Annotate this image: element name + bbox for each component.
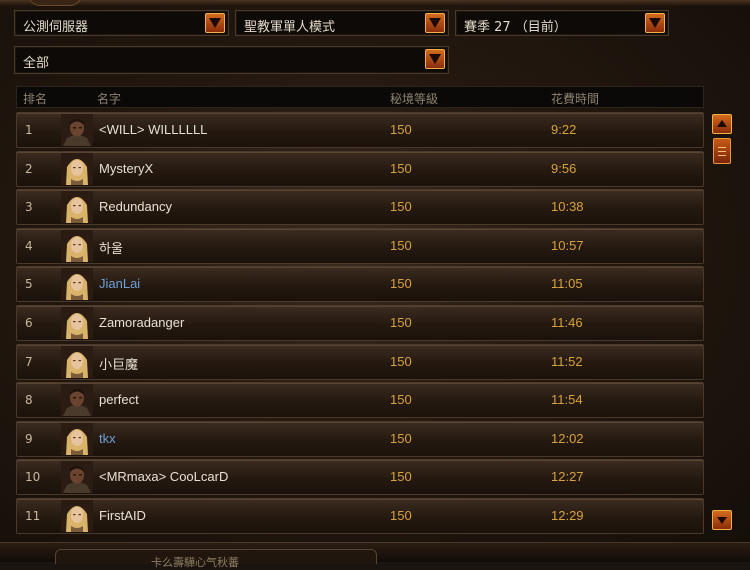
player-name[interactable]: perfect xyxy=(99,392,139,407)
class-dropdown-label: 全部 xyxy=(23,56,50,71)
rift-level: 150 xyxy=(390,161,412,176)
scroll-thumb[interactable] xyxy=(713,138,731,164)
hero-portrait-icon xyxy=(61,423,93,455)
leaderboard-row[interactable]: 3 Redundancy 150 10:38 xyxy=(16,189,704,225)
hero-portrait-icon xyxy=(61,307,93,339)
completion-time: 12:29 xyxy=(551,508,584,523)
mode-dropdown[interactable]: 聖教軍單人模式 xyxy=(235,10,449,36)
leaderboard-row[interactable]: 6 Zamoradanger 150 11:46 xyxy=(16,305,704,341)
season-dropdown[interactable]: 賽季 27 （目前） xyxy=(455,10,669,36)
leaderboard-row[interactable]: 2 MysteryX 150 9:56 xyxy=(16,151,704,187)
bottom-tab-label: 卡么壽驊心气秋蕃 xyxy=(151,556,239,569)
leaderboard-row[interactable]: 7 小巨魔 150 11:52 xyxy=(16,344,704,380)
hero-portrait-icon xyxy=(61,230,93,262)
hero-portrait-icon xyxy=(61,191,93,223)
column-rank: 排名 xyxy=(23,92,48,106)
chevron-down-icon[interactable] xyxy=(205,13,225,33)
completion-time: 11:54 xyxy=(551,392,583,407)
class-dropdown[interactable]: 全部 xyxy=(14,46,449,74)
chevron-down-icon[interactable] xyxy=(425,49,445,69)
hero-portrait-icon xyxy=(61,153,93,185)
completion-time: 9:22 xyxy=(551,122,577,137)
leaderboard-row[interactable]: 8 perfect 150 11:54 xyxy=(16,382,704,418)
completion-time: 10:38 xyxy=(551,199,584,214)
rift-level: 150 xyxy=(390,431,412,446)
leaderboard-row[interactable]: 10 <MRmaxa> CooLcarD 150 12:27 xyxy=(16,459,704,495)
hero-portrait-icon xyxy=(61,384,93,416)
row-rank: 11 xyxy=(25,509,41,523)
leaderboard-row[interactable]: 1 <WILL> WILLLLLL 150 9:22 xyxy=(16,112,704,148)
mode-dropdown-label: 聖教軍單人模式 xyxy=(244,20,336,35)
row-rank: 3 xyxy=(25,200,33,214)
rift-level: 150 xyxy=(390,315,412,330)
bottom-frame: 卡么壽驊心气秋蕃 xyxy=(0,542,750,569)
column-level: 秘境等級 xyxy=(390,92,439,106)
player-name[interactable]: MysteryX xyxy=(99,161,153,176)
leaderboard-header: 排名 名字 秘境等級 花費時間 xyxy=(16,86,704,108)
row-rank: 6 xyxy=(25,316,33,330)
leaderboard-row[interactable]: 9 tkx 150 12:02 xyxy=(16,421,704,457)
hero-portrait-icon xyxy=(61,114,93,146)
scrollbar[interactable] xyxy=(712,112,732,532)
rift-level: 150 xyxy=(390,122,412,137)
rift-level: 150 xyxy=(390,354,412,369)
chevron-down-icon[interactable] xyxy=(645,13,665,33)
leaderboard-row[interactable]: 11 FirstAID 150 12:29 xyxy=(16,498,704,534)
player-name[interactable]: <WILL> WILLLLLL xyxy=(99,122,207,137)
chevron-down-icon[interactable] xyxy=(425,13,445,33)
completion-time: 11:46 xyxy=(551,315,583,330)
player-name[interactable]: Redundancy xyxy=(99,199,172,214)
player-name[interactable]: JianLai xyxy=(99,276,140,291)
completion-time: 12:02 xyxy=(551,431,584,446)
hero-portrait-icon xyxy=(61,346,93,378)
season-dropdown-label: 賽季 27 （目前） xyxy=(464,20,567,35)
player-name[interactable]: FirstAID xyxy=(99,508,146,523)
frame-ornament xyxy=(28,0,82,6)
leaderboard-row[interactable]: 4 하울 150 10:57 xyxy=(16,228,704,264)
completion-time: 11:05 xyxy=(551,276,583,291)
rift-level: 150 xyxy=(390,392,412,407)
row-rank: 9 xyxy=(25,432,33,446)
completion-time: 12:27 xyxy=(551,469,584,484)
column-time: 花費時間 xyxy=(551,92,600,106)
hero-portrait-icon xyxy=(61,500,93,532)
row-rank: 4 xyxy=(25,239,33,253)
row-rank: 8 xyxy=(25,393,33,407)
column-name: 名字 xyxy=(97,92,122,106)
rift-level: 150 xyxy=(390,508,412,523)
player-name[interactable]: 小巨魔 xyxy=(99,354,138,373)
player-name[interactable]: <MRmaxa> CooLcarD xyxy=(99,469,228,484)
row-rank: 5 xyxy=(25,277,33,291)
top-frame xyxy=(0,0,750,6)
hero-portrait-icon xyxy=(61,268,93,300)
bottom-tab[interactable]: 卡么壽驊心气秋蕃 xyxy=(55,549,377,569)
row-rank: 10 xyxy=(25,470,41,484)
row-rank: 1 xyxy=(25,123,33,137)
rift-level: 150 xyxy=(390,276,412,291)
rift-level: 150 xyxy=(390,469,412,484)
hero-portrait-icon xyxy=(61,461,93,493)
scroll-up-button[interactable] xyxy=(712,114,732,134)
row-rank: 7 xyxy=(25,355,33,369)
completion-time: 9:56 xyxy=(551,161,577,176)
completion-time: 10:57 xyxy=(551,238,584,253)
server-dropdown-label: 公測伺服器 xyxy=(23,20,89,35)
player-name[interactable]: tkx xyxy=(99,431,116,446)
rift-level: 150 xyxy=(390,199,412,214)
scroll-down-button[interactable] xyxy=(712,510,732,530)
player-name[interactable]: 하울 xyxy=(99,238,123,257)
server-dropdown[interactable]: 公測伺服器 xyxy=(14,10,229,36)
rift-level: 150 xyxy=(390,238,412,253)
leaderboard-row[interactable]: 5 JianLai 150 11:05 xyxy=(16,266,704,302)
row-rank: 2 xyxy=(25,162,33,176)
completion-time: 11:52 xyxy=(551,354,583,369)
player-name[interactable]: Zamoradanger xyxy=(99,315,184,330)
